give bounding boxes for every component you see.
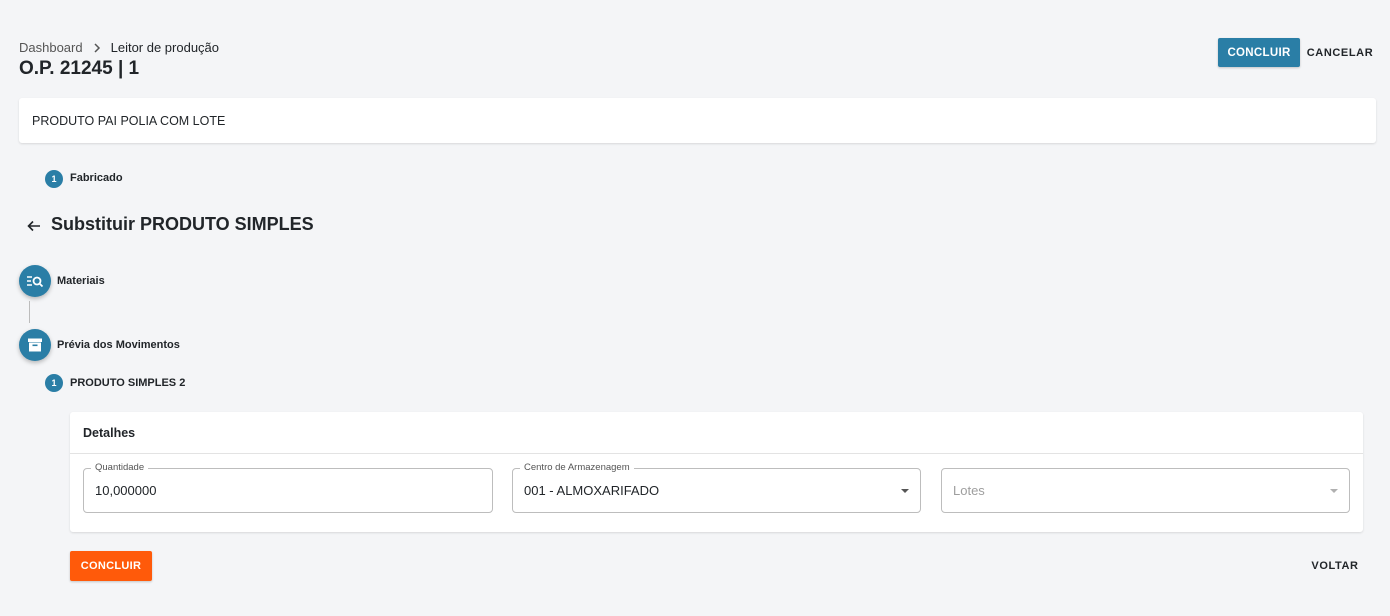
archive-box-icon[interactable] bbox=[19, 329, 51, 361]
step-number-badge: 1 bbox=[45, 374, 63, 392]
step-materiais-label[interactable]: Materiais bbox=[57, 275, 105, 287]
concluir-button[interactable]: CONCLUIR bbox=[1218, 38, 1300, 67]
details-card: Detalhes Quantidade 10,000000 Centro de … bbox=[70, 412, 1363, 532]
breadcrumb-dashboard-link[interactable]: Dashboard bbox=[19, 40, 83, 55]
step-previa-label[interactable]: Prévia dos Movimentos bbox=[57, 339, 180, 351]
caret-down-icon[interactable] bbox=[901, 489, 909, 493]
product-card: PRODUTO PAI POLIA COM LOTE bbox=[19, 98, 1376, 143]
search-list-icon[interactable] bbox=[19, 265, 51, 297]
step-produto-simples-label[interactable]: PRODUTO SIMPLES 2 bbox=[70, 377, 185, 389]
step-fabricado-label[interactable]: Fabricado bbox=[70, 172, 123, 184]
breadcrumb-current: Leitor de produção bbox=[110, 40, 220, 55]
quantidade-label: Quantidade bbox=[91, 462, 149, 473]
concluir-substituicao-button[interactable]: CONCLUIR bbox=[70, 551, 152, 581]
product-name: PRODUTO PAI POLIA COM LOTE bbox=[32, 113, 226, 128]
caret-down-icon[interactable] bbox=[1330, 489, 1338, 493]
details-title: Detalhes bbox=[70, 412, 1363, 454]
cancelar-button[interactable]: CANCELAR bbox=[1304, 38, 1376, 67]
quantidade-value[interactable]: 10,000000 bbox=[95, 483, 156, 498]
step-connector bbox=[29, 301, 30, 323]
centro-armazenagem-value: 001 - ALMOXARIFADO bbox=[524, 483, 660, 498]
lotes-placeholder: Lotes bbox=[953, 483, 985, 498]
centro-armazenagem-select[interactable]: Centro de Armazenagem 001 - ALMOXARIFADO bbox=[512, 462, 921, 513]
voltar-button[interactable]: VOLTAR bbox=[1302, 551, 1368, 581]
step-number-badge: 1 bbox=[45, 170, 63, 188]
breadcrumb: Dashboard Leitor de produção bbox=[19, 40, 219, 55]
page-title: O.P. 21245 | 1 bbox=[19, 58, 140, 79]
lotes-select[interactable]: Lotes bbox=[941, 468, 1350, 513]
chevron-right-icon bbox=[93, 42, 101, 53]
arrow-left-icon[interactable] bbox=[27, 219, 43, 235]
centro-armazenagem-label: Centro de Armazenagem bbox=[520, 462, 634, 473]
quantidade-field[interactable]: Quantidade 10,000000 bbox=[83, 462, 493, 513]
section-title: Substituir PRODUTO SIMPLES bbox=[51, 214, 314, 234]
